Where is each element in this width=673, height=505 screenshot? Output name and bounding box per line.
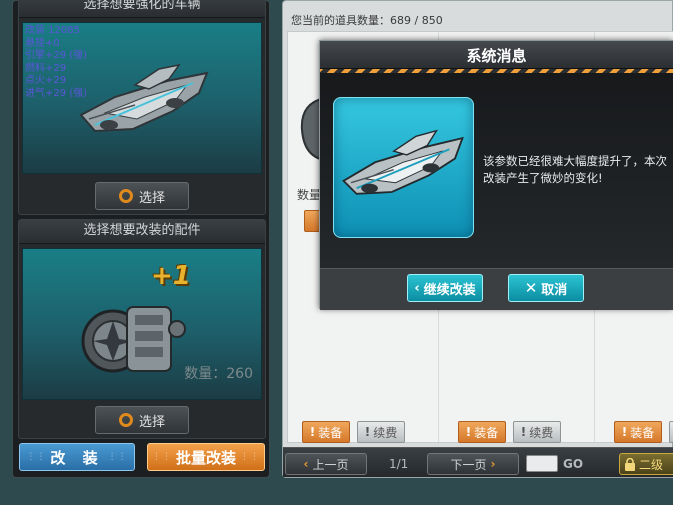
exclamation-icon: !: [621, 425, 628, 439]
equip-label: 装备: [630, 425, 655, 440]
renew-label: 续费: [373, 425, 398, 440]
vehicle-thumbnail-frame: [333, 97, 474, 238]
part-section-title: 选择想要改装的配件: [19, 220, 265, 244]
chevron-right-icon: ›: [490, 457, 496, 471]
dots-icon: ⋮⋮: [240, 452, 260, 462]
dialog-footer: ‹ 继续改装 ✕ 取消: [320, 268, 673, 310]
engine-part-image: [81, 306, 186, 373]
secondary-password-label: 二级: [639, 457, 664, 472]
vehicle-preview: 改装 12085 悬挂+0 引擎+29 (强) 燃料+29 点火+29 进气+2…: [22, 22, 262, 174]
page-number-input[interactable]: [526, 455, 558, 472]
renew-button[interactable]: ! 续费: [513, 421, 561, 443]
select-vehicle-label: 选择: [138, 190, 165, 206]
renew-button[interactable]: [669, 421, 673, 443]
dialog-body: 该参数已经很难大幅度提升了，本次改装产生了微妙的变化!: [320, 73, 673, 268]
cancel-label: 取消: [541, 282, 568, 298]
exclamation-icon: !: [364, 425, 371, 439]
equip-label: 装备: [318, 425, 343, 440]
dots-icon: ⋮⋮: [107, 452, 128, 462]
modify-label: 改 装: [50, 448, 104, 467]
go-button[interactable]: GO: [563, 457, 583, 471]
equip-button[interactable]: ! 装备: [614, 421, 662, 443]
dialog-title: 系统消息: [466, 47, 527, 65]
cancel-button[interactable]: ✕ 取消: [508, 274, 584, 302]
batch-modify-label: 批量改装: [176, 448, 237, 467]
prev-page-label: 上一页: [312, 457, 349, 472]
vehicle-section-title: 选择想要强化的车辆: [19, 0, 265, 18]
continue-modify-button[interactable]: ‹ 继续改装: [407, 274, 483, 302]
part-section: 选择想要改装的配件 +1 数量：260 选择: [18, 219, 266, 439]
item-quantity-label: 数量: [297, 188, 322, 202]
stat-line: 改装 12085: [25, 25, 80, 36]
renew-button[interactable]: ! 续费: [357, 421, 405, 443]
ring-icon: [118, 413, 133, 427]
select-part-button[interactable]: 选择: [95, 406, 189, 434]
select-part-label: 选择: [138, 414, 165, 430]
dots-icon: ⋮⋮: [152, 452, 172, 462]
batch-modify-button[interactable]: ⋮⋮ 批量改装 ⋮⋮: [147, 443, 265, 471]
page-indicator: 1/1: [389, 457, 409, 471]
select-vehicle-button[interactable]: 选择: [95, 182, 189, 210]
next-page-label: 下一页: [450, 457, 487, 472]
lock-icon: [625, 457, 635, 471]
exclamation-icon: !: [309, 425, 316, 439]
secondary-password-button[interactable]: 二级: [619, 453, 673, 475]
modify-button[interactable]: ⋮⋮ 改 装 ⋮⋮: [19, 443, 135, 471]
renew-label: 续费: [529, 425, 554, 440]
prev-page-button[interactable]: ‹ 上一页: [285, 453, 367, 475]
equip-button[interactable]: ! 装备: [302, 421, 350, 443]
stat-line: 悬挂+0: [25, 37, 60, 49]
equip-label: 装备: [474, 425, 499, 440]
exclamation-icon: !: [465, 425, 472, 439]
part-quantity: 数量：260: [184, 366, 253, 382]
equip-button[interactable]: ! 装备: [458, 421, 506, 443]
continue-modify-label: 继续改装: [423, 282, 476, 298]
part-preview: +1 数量：260: [22, 248, 262, 400]
next-page-button[interactable]: 下一页 ›: [427, 453, 519, 475]
system-message-dialog: 系统消息 该参数已经很难大幅度提升了，本次改装产生了微妙的变化! ‹ 继续改装 …: [319, 40, 673, 310]
dots-icon: ⋮⋮: [26, 452, 47, 462]
dialog-header: 系统消息: [320, 41, 673, 69]
chevron-left-icon: ‹: [414, 280, 420, 296]
ring-icon: [118, 189, 133, 203]
modify-panel: 选择想要强化的车辆 改装 12085 悬挂+0 引擎+29 (强) 燃料+29 …: [12, 0, 270, 478]
close-icon: ✕: [524, 279, 538, 297]
pagination-bar: ‹ 上一页 1/1 下一页 › GO 二级: [283, 447, 673, 477]
stat-line: 引擎+29 (强): [25, 50, 88, 61]
level-badge: +1: [151, 261, 191, 291]
item-count: 您当前的道具数量：689 / 850: [291, 14, 443, 27]
vehicle-image: [342, 129, 464, 195]
vehicle-section: 选择想要强化的车辆 改装 12085 悬挂+0 引擎+29 (强) 燃料+29 …: [18, 0, 266, 215]
exclamation-icon: !: [520, 425, 527, 439]
vehicle-image: [79, 63, 209, 133]
chevron-left-icon: ‹: [303, 457, 309, 471]
dialog-message: 该参数已经很难大幅度提升了，本次改装产生了微妙的变化!: [483, 154, 667, 185]
